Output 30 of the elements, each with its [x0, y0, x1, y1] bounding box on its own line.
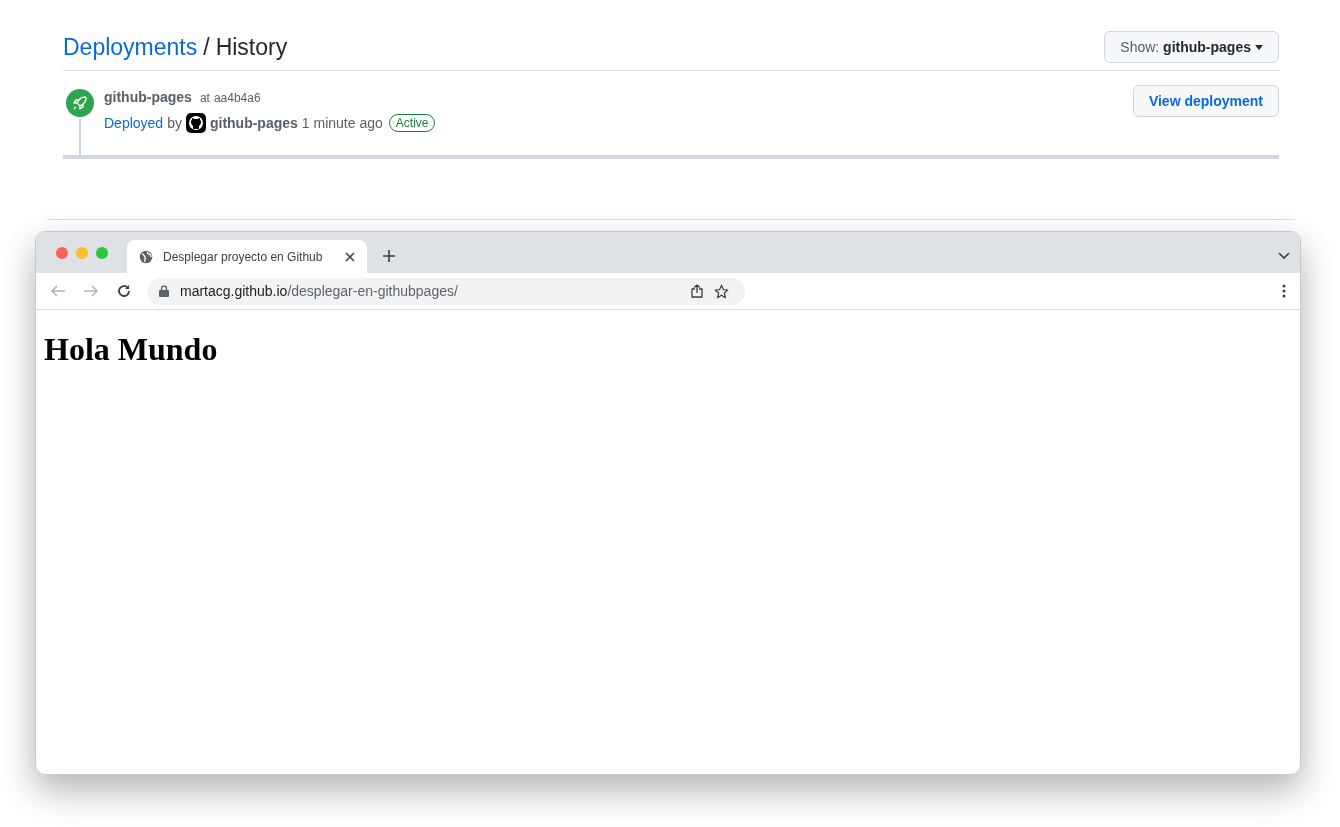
deployed-link[interactable]: Deployed [104, 115, 164, 131]
globe-icon [139, 249, 153, 264]
show-filter-button[interactable]: Show: github-pages [1104, 31, 1279, 63]
by-text: by [167, 115, 182, 131]
breadcrumb-separator: / [203, 33, 210, 61]
close-icon[interactable] [345, 251, 355, 262]
deployments-link[interactable]: Deployments [63, 33, 198, 61]
browser-tab[interactable]: Desplegar proyecto en Github [127, 240, 367, 273]
share-icon[interactable] [691, 284, 703, 298]
author-name: github-pages [209, 115, 298, 131]
commit-prefix: at [199, 91, 210, 105]
url-path: /desplegar-en-githubpages/ [287, 283, 458, 299]
environment-name: github-pages [104, 89, 192, 105]
view-deployment-button[interactable]: View deployment [1132, 85, 1279, 117]
star-icon[interactable] [714, 283, 729, 299]
address-bar[interactable]: martacg.github.io/desplegar-en-githubpages/ [147, 277, 745, 305]
more-menu-icon[interactable] [1282, 284, 1286, 298]
github-avatar-icon [185, 113, 206, 133]
reload-icon[interactable] [116, 283, 132, 299]
url-host: martacg.github.io [180, 283, 288, 299]
page-title: History [215, 33, 288, 61]
chevron-down-icon[interactable] [1278, 252, 1290, 260]
page-heading: Hola Mundo [44, 331, 219, 368]
time-ago: 1 minute ago [301, 115, 383, 131]
rocket-icon [66, 89, 94, 117]
plus-icon[interactable] [383, 250, 395, 262]
commit-sha: aa4b4a6 [213, 91, 261, 105]
tab-title: Desplegar proyecto en Github [163, 249, 324, 264]
lock-icon [159, 285, 169, 297]
caret-icon [1255, 44, 1263, 50]
